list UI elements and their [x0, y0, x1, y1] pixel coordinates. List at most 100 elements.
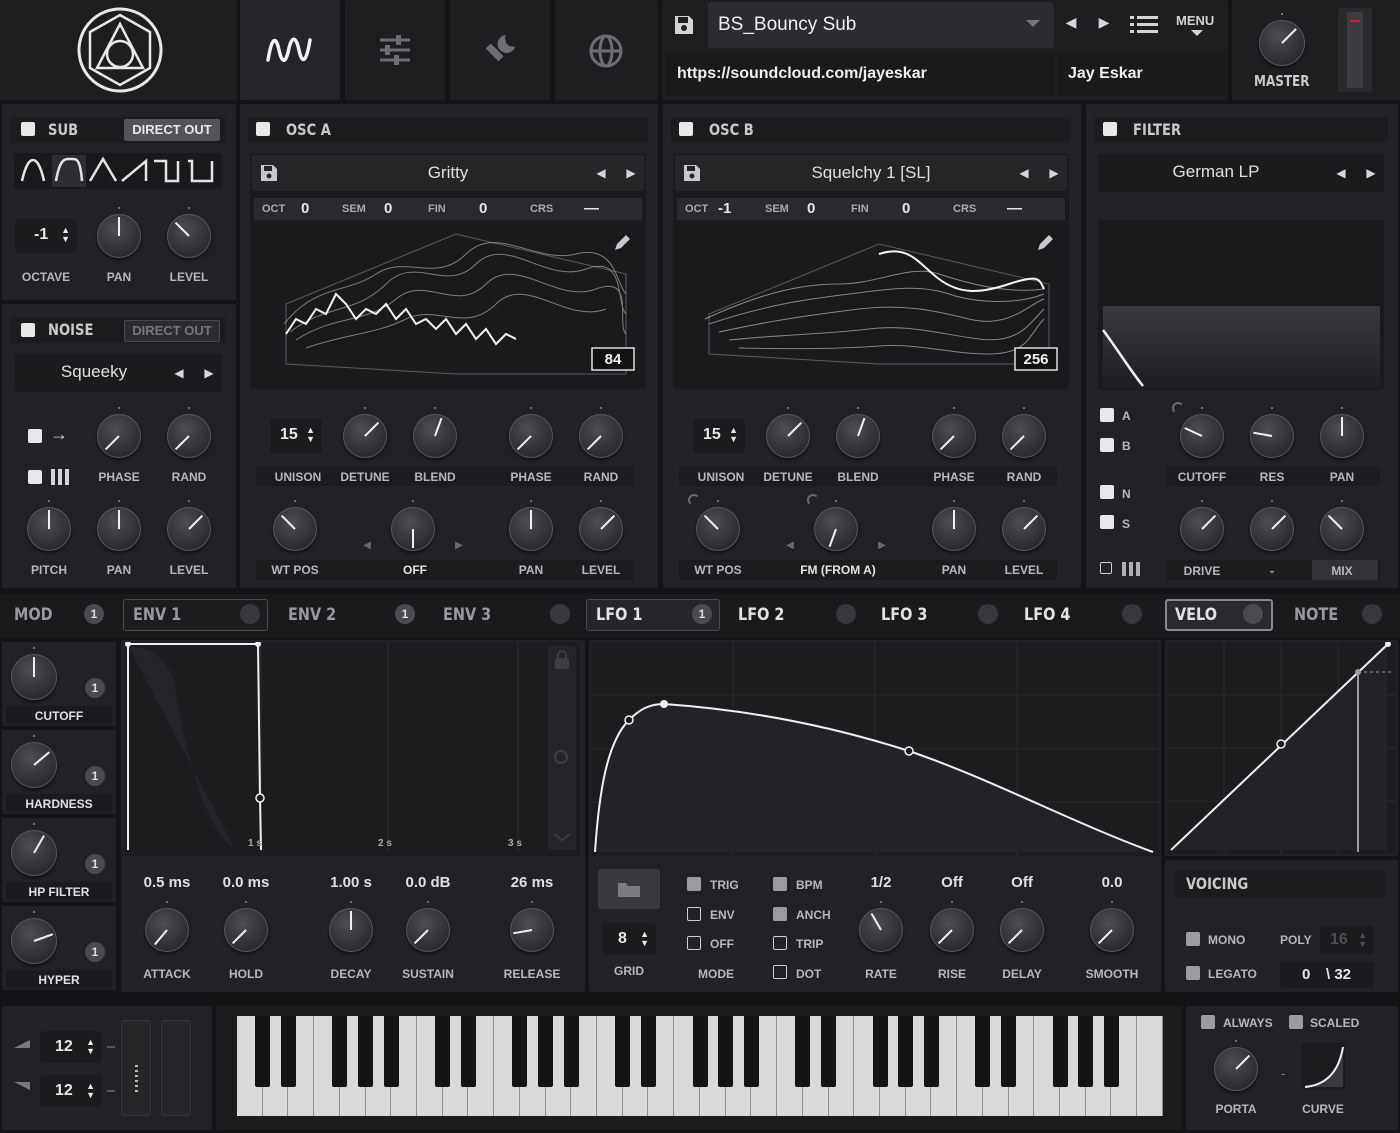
osc-a-oct-value[interactable]: 0	[301, 200, 309, 217]
velocity-curve-graph[interactable]	[1167, 642, 1396, 854]
black-key[interactable]	[538, 1016, 554, 1087]
osc-b-fm-knob[interactable]	[814, 500, 858, 551]
black-key[interactable]	[1001, 1016, 1017, 1087]
lfo-grid-stepper[interactable]: 8 ▲ ▼	[602, 923, 656, 955]
tab-env3[interactable]: ENV 3	[443, 605, 491, 625]
voicing-pitch-bend-range[interactable]: 0 \ 32	[1280, 962, 1374, 988]
white-key[interactable]	[1137, 1016, 1163, 1116]
osc-b-wtpos-knob[interactable]	[696, 500, 740, 551]
noise-next-icon[interactable]: ▶	[202, 366, 216, 380]
osc-a-phase-knob[interactable]	[509, 407, 553, 458]
sub-pan-knob[interactable]	[97, 207, 141, 258]
filter-mix-knob[interactable]	[1320, 500, 1364, 551]
sub-level-knob[interactable]	[167, 207, 211, 258]
black-key[interactable]	[615, 1016, 631, 1087]
piano-keyboard[interactable]	[237, 1016, 1163, 1116]
menu-button[interactable]: MENU	[1176, 13, 1214, 28]
lfo-trip-checkbox[interactable]	[773, 936, 787, 950]
filter-cutoff-knob[interactable]	[1180, 407, 1224, 458]
lfo-anch-checkbox[interactable]	[773, 907, 787, 921]
macro-cutoff-knob[interactable]	[11, 647, 57, 700]
bend-down-stepper[interactable]: 12 ▲ ▼	[40, 1075, 102, 1107]
osc-b-pan-knob[interactable]	[932, 500, 976, 551]
porta-curve-display[interactable]	[1301, 1043, 1345, 1089]
filter-route-a-checkbox[interactable]	[1100, 408, 1114, 422]
tab-lfo2[interactable]: LFO 2	[738, 605, 784, 625]
osc-a-fin-value[interactable]: 0	[479, 200, 487, 217]
porta-always-checkbox[interactable]	[1201, 1015, 1215, 1029]
osc-b-frame-value[interactable]: 256	[1015, 349, 1057, 371]
noise-prev-icon[interactable]: ◀	[172, 366, 186, 380]
note-mod-dot[interactable]	[1362, 604, 1382, 624]
sub-octave-stepper[interactable]: -1 ▲ ▼	[15, 219, 77, 253]
noise-phase-knob[interactable]	[97, 407, 141, 458]
prev-preset-icon[interactable]: ◀	[1062, 14, 1080, 31]
osc-b-distortion-mode[interactable]: FM (FROM A)	[773, 563, 903, 577]
osc-a-unison-stepper[interactable]: 15 ▲ ▼	[270, 419, 322, 453]
env-sustain-value[interactable]: 0.0 dB	[383, 874, 473, 891]
osc-b-phase-knob[interactable]	[932, 407, 976, 458]
save-icon[interactable]	[674, 15, 694, 35]
lfo-mode-env-checkbox[interactable]	[687, 907, 701, 921]
osc-a-edit-pencil-icon[interactable]	[612, 233, 632, 253]
noise-pitch-knob[interactable]	[27, 500, 71, 551]
osc-b-mode-next-icon[interactable]: ▶	[875, 540, 889, 551]
master-volume-knob[interactable]	[1259, 13, 1305, 66]
lfo-delay-knob[interactable]	[1000, 901, 1044, 952]
osc-b-prev-icon[interactable]: ◀	[1017, 166, 1031, 180]
lfo-bpm-checkbox[interactable]	[773, 877, 787, 891]
filter-next-icon[interactable]: ▶	[1364, 166, 1378, 180]
filter-prev-icon[interactable]: ◀	[1334, 166, 1348, 180]
black-key[interactable]	[383, 1016, 399, 1087]
osc-a-next-icon[interactable]: ▶	[624, 166, 638, 180]
lfo4-mod-dot[interactable]	[1122, 604, 1142, 624]
env-sustain-knob[interactable]	[406, 901, 450, 952]
black-key[interactable]	[718, 1016, 734, 1087]
macro-hardness-knob[interactable]	[11, 735, 57, 788]
macro-hyper-knob[interactable]	[11, 911, 57, 964]
osc-b-blend-knob[interactable]	[836, 407, 880, 458]
tab-voice[interactable]	[240, 0, 340, 100]
osc-b-crs-value[interactable]: —	[1007, 200, 1022, 217]
black-key[interactable]	[743, 1016, 759, 1087]
voicing-poly-stepper[interactable]: 16 ▲ ▼	[1320, 926, 1374, 954]
tab-env2[interactable]: ENV 2	[288, 605, 336, 625]
lfo-mode-trig-checkbox[interactable]	[687, 877, 701, 891]
osc-b-unison-stepper[interactable]: 15 ▲ ▼	[693, 419, 745, 453]
noise-rand-knob[interactable]	[167, 407, 211, 458]
osc-a-wavetable-3d[interactable]	[256, 224, 640, 384]
black-key[interactable]	[563, 1016, 579, 1087]
env-hold-knob[interactable]	[224, 901, 268, 952]
author-url[interactable]: https://soundcloud.com/jayeskar	[677, 65, 927, 83]
filter-response-display[interactable]	[1098, 220, 1384, 390]
lfo-rise-knob[interactable]	[930, 901, 974, 952]
lfo-smooth-knob[interactable]	[1090, 901, 1134, 952]
osc-a-level-knob[interactable]	[579, 500, 623, 551]
macro-hyper-label[interactable]: HYPER	[6, 973, 112, 987]
osc-b-oct-value[interactable]: -1	[718, 200, 731, 217]
osc-b-rand-knob[interactable]	[1002, 407, 1046, 458]
osc-a-detune-knob[interactable]	[343, 407, 387, 458]
tab-browser[interactable]	[555, 0, 658, 100]
osc-a-sem-value[interactable]: 0	[384, 200, 392, 217]
osc-b-detune-knob[interactable]	[766, 407, 810, 458]
lfo-graph[interactable]	[591, 642, 1159, 856]
filter-route-n-checkbox[interactable]	[1100, 485, 1114, 499]
tab-lfo3[interactable]: LFO 3	[881, 605, 927, 625]
osc-a-wavetable-selector[interactable]: Gritty	[252, 155, 644, 191]
lock-icon[interactable]	[553, 650, 571, 670]
lfo-delay-value[interactable]: Off	[982, 874, 1062, 891]
osc-a-frame-value[interactable]: 84	[592, 349, 634, 371]
voicing-mono-checkbox[interactable]	[1186, 932, 1200, 946]
env-hold-value[interactable]: 0.0 ms	[201, 874, 291, 891]
tab-effects[interactable]	[345, 0, 445, 100]
osc-b-mode-prev-icon[interactable]: ◀	[783, 540, 797, 551]
sub-enable-checkbox[interactable]	[21, 122, 35, 136]
lfo-smooth-value[interactable]: 0.0	[1072, 874, 1152, 891]
macro-cutoff-label[interactable]: CUTOFF	[6, 709, 112, 723]
noise-direct-out-button[interactable]: DIRECT OUT	[124, 320, 220, 342]
osc-b-fin-value[interactable]: 0	[902, 200, 910, 217]
osc-b-wavetable-3d[interactable]	[679, 224, 1063, 384]
noise-pan-knob[interactable]	[97, 500, 141, 551]
lfo2-mod-dot[interactable]	[836, 604, 856, 624]
